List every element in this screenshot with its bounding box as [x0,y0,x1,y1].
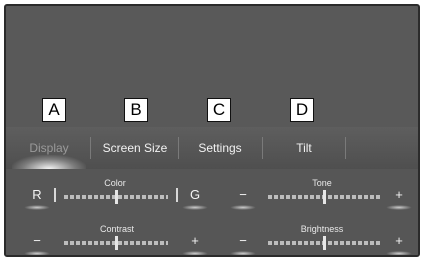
callout-b: B [124,98,148,122]
callout-a: A [42,98,66,122]
minus-icon: − [239,233,247,248]
tab-tilt[interactable]: Tilt [263,127,345,169]
tab-divider [345,137,346,159]
display-settings-screen: A B C D Display Screen Size Settings Til… [4,4,420,257]
tab-screen-size[interactable]: Screen Size [92,127,178,169]
tab-divider [90,137,91,159]
callout-d: D [290,98,314,122]
plus-icon: + [395,233,403,248]
tone-increase-button[interactable]: + [386,185,412,210]
color-slider-thumb[interactable] [115,190,118,204]
slider-end-bar [176,188,178,202]
tab-bar: Display Screen Size Settings Tilt [6,127,418,169]
tone-label: Tone [312,178,332,188]
color-green-button[interactable]: G [182,185,208,210]
brightness-label: Brightness [300,224,344,234]
minus-icon: − [33,233,41,248]
plus-icon: + [395,187,403,202]
tab-settings[interactable]: Settings [179,127,261,169]
tone-slider-thumb[interactable] [323,190,326,204]
callout-c: C [207,98,231,122]
red-label: R [32,187,42,202]
brightness-slider-thumb[interactable] [323,236,326,250]
tone-decrease-button[interactable]: − [230,185,256,210]
brightness-increase-button[interactable]: + [386,231,412,255]
contrast-slider-thumb[interactable] [115,236,118,250]
brightness-decrease-button[interactable]: − [230,231,256,255]
adjustment-panel: R Color G − Tone + − Contrast + − Bright… [6,169,418,255]
color-red-button[interactable]: R [24,185,50,210]
contrast-decrease-button[interactable]: − [24,231,50,255]
tab-display[interactable]: Display [12,127,86,169]
contrast-increase-button[interactable]: + [182,231,208,255]
plus-icon: + [191,233,199,248]
contrast-label: Contrast [99,224,134,234]
minus-icon: − [239,187,247,202]
slider-end-bar [54,188,56,202]
color-label: Color [104,178,126,188]
green-label: G [189,187,201,202]
